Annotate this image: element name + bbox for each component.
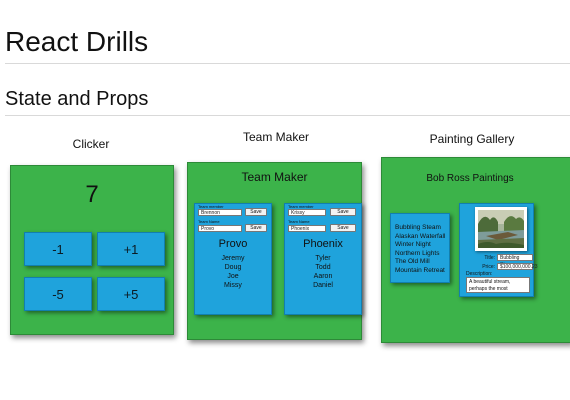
team-member-item: Todd <box>315 264 331 271</box>
team-member-item: Doug <box>224 264 242 271</box>
increment-5-button[interactable]: +5 <box>97 277 165 311</box>
gallery-panel: Bob Ross Paintings Bubbling Steam Alaska… <box>381 157 570 343</box>
team-maker-panel: Team Maker Team member Brennon Save Team… <box>187 162 362 340</box>
painting-frame <box>475 207 527 251</box>
clicker-count: 7 <box>85 181 99 208</box>
save-team-name-button[interactable]: Save <box>330 224 356 232</box>
painting-list-item[interactable]: Bubbling Steam <box>395 224 449 233</box>
price-label: Price: <box>482 264 495 270</box>
title-divider <box>5 63 570 64</box>
painting-price-input[interactable]: $100,000,000.23 <box>497 263 538 270</box>
team-member-input[interactable]: Brennon <box>198 209 242 216</box>
save-member-button[interactable]: Save <box>245 208 267 216</box>
painting-list-item[interactable]: Alaskan Waterfall <box>395 233 449 242</box>
painting-detail-card: Title: Bubbling Stream Price: $100,000,0… <box>459 203 538 297</box>
gallery-panel-title: Bob Ross Paintings <box>426 173 514 184</box>
decrement-1-button[interactable]: -1 <box>24 232 92 266</box>
painting-title-input[interactable]: Bubbling Stream <box>497 254 533 268</box>
team-card-phoenix: Team member Krissy Save Team Name Phoeni… <box>284 203 362 315</box>
clicker-panel: 7 -1 +1 -5 +5 <box>10 165 174 335</box>
team-name-heading: Phoenix <box>303 238 343 250</box>
painting-list-item[interactable]: Winter Night <box>395 241 449 250</box>
team-name-heading: Provo <box>218 238 248 250</box>
decrement-5-button[interactable]: -5 <box>24 277 92 311</box>
team-member-item: Missy <box>224 282 242 289</box>
team-member-item: Tyler <box>315 255 331 262</box>
section-title: State and Props <box>5 88 149 110</box>
team-name-label: Team Name <box>198 219 220 224</box>
team-member-item: Aaron <box>313 273 333 280</box>
title-label: Title: <box>484 255 495 261</box>
painting-image <box>478 210 524 248</box>
painting-list-item[interactable]: Mountain Retreat <box>395 267 449 276</box>
gallery-heading: Painting Gallery <box>429 132 515 146</box>
team-card-provo: Team member Brennon Save Team Name Provo… <box>194 203 272 315</box>
save-team-name-button[interactable]: Save <box>245 224 267 232</box>
team-member-input[interactable]: Krissy <box>288 209 326 216</box>
team-maker-heading: Team Maker <box>242 130 310 144</box>
painting-list-item[interactable]: The Old Mill <box>395 258 449 267</box>
increment-1-button[interactable]: +1 <box>97 232 165 266</box>
painting-list: Bubbling Steam Alaskan Waterfall Winter … <box>390 213 450 283</box>
team-member-item: Jeremy <box>221 255 245 262</box>
team-name-input[interactable]: Phoenix <box>288 225 326 232</box>
team-maker-panel-title: Team Maker <box>241 170 308 184</box>
painting-description-textarea[interactable]: A beautiful stream, perhaps the most bea… <box>466 277 530 293</box>
clicker-heading: Clicker <box>72 137 110 151</box>
page-title: React Drills <box>5 26 149 57</box>
save-member-button[interactable]: Save <box>330 208 356 216</box>
section-divider <box>5 115 570 116</box>
team-name-label: Team Name <box>288 219 310 224</box>
team-name-input[interactable]: Provo <box>198 225 242 232</box>
painting-list-item[interactable]: Northern Lights <box>395 250 449 259</box>
team-member-item: Joe <box>227 273 239 280</box>
team-member-item: Daniel <box>313 282 333 289</box>
